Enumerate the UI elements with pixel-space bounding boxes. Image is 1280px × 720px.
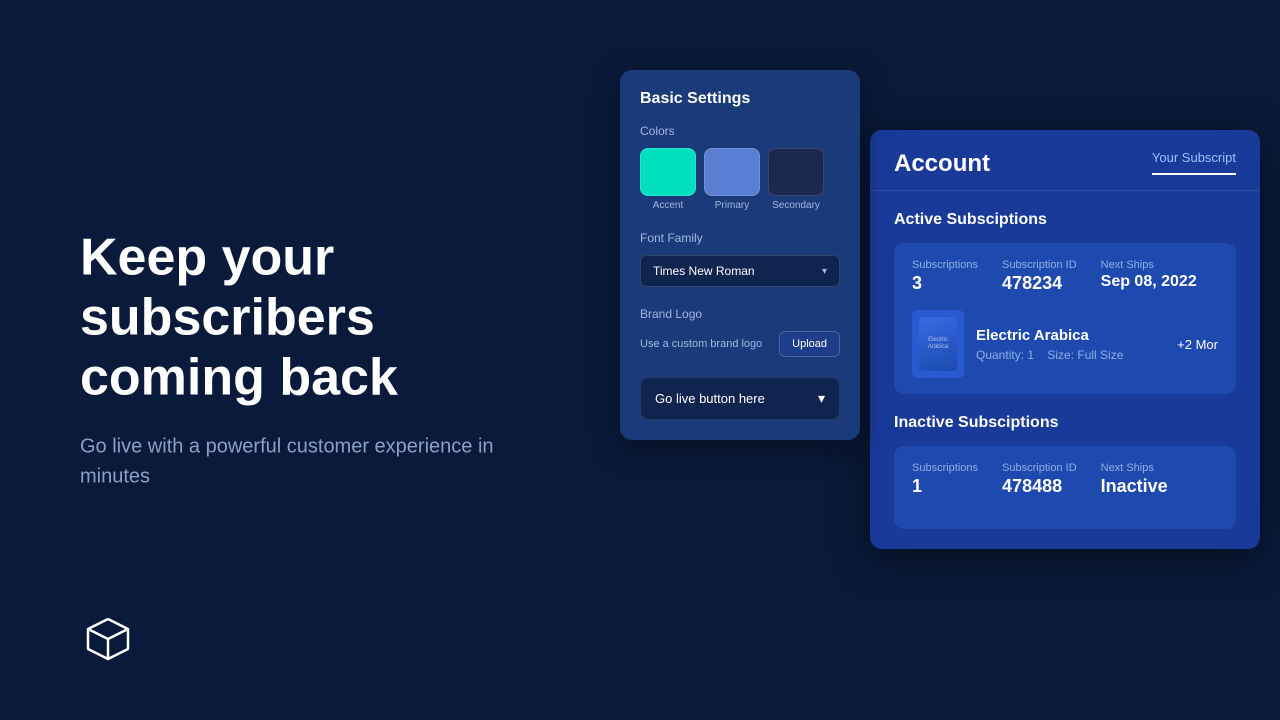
accent-swatch[interactable]: Accent [640, 148, 696, 211]
inactive-section-heading: Inactive Subsciptions [894, 414, 1236, 432]
ui-panels: Basic Settings Colors Accent Primary Sec… [600, 70, 1280, 650]
left-content: Keep your subscribers coming back Go liv… [80, 228, 560, 491]
product-name: Electric Arabica [976, 327, 1165, 344]
active-subscriptions-label: Subscriptions [912, 259, 978, 271]
font-family-section: Font Family Times New Roman ▾ [640, 231, 840, 287]
font-dropdown[interactable]: Times New Roman ▾ [640, 255, 840, 287]
inactive-section: Inactive Subsciptions Subscriptions 1 Su… [894, 414, 1236, 529]
active-sub-id-value: 478234 [1002, 273, 1077, 294]
product-row: ElectricArabica Electric Arabica Quantit… [912, 310, 1218, 378]
active-next-ships-value: Sep 08, 2022 [1101, 273, 1197, 291]
active-subscriptions-value: 3 [912, 273, 978, 294]
font-family-label: Font Family [640, 231, 840, 245]
brand-logo-row: Use a custom brand logo Upload [640, 331, 840, 357]
go-live-label: Go live button here [655, 391, 765, 406]
accent-color-box[interactable] [640, 148, 696, 196]
primary-label: Primary [715, 200, 749, 211]
product-size: Size: Full Size [1047, 348, 1123, 362]
colors-label: Colors [640, 124, 840, 138]
account-header: Account Your Subscript [870, 130, 1260, 178]
inactive-next-ships-value: Inactive [1101, 476, 1168, 497]
account-tab[interactable]: Your Subscript [1152, 150, 1236, 175]
secondary-label: Secondary [772, 200, 820, 211]
active-subscription-id: Subscription ID 478234 [1002, 259, 1077, 294]
inactive-subscription-card: Subscriptions 1 Subscription ID 478488 N… [894, 446, 1236, 529]
settings-panel-title: Basic Settings [640, 90, 840, 108]
product-info: Electric Arabica Quantity: 1 Size: Full … [976, 327, 1165, 362]
logo-area [80, 611, 136, 672]
inactive-next-ships: Next Ships Inactive [1101, 462, 1168, 497]
inactive-next-ships-label: Next Ships [1101, 462, 1168, 474]
secondary-color-box[interactable] [768, 148, 824, 196]
primary-color-box[interactable] [704, 148, 760, 196]
inactive-subscriptions-value: 1 [912, 476, 978, 497]
font-selected: Times New Roman [653, 264, 755, 278]
primary-swatch[interactable]: Primary [704, 148, 760, 211]
product-img-text: ElectricArabica [928, 337, 948, 351]
inactive-sub-id-label: Subscription ID [1002, 462, 1077, 474]
product-details: Quantity: 1 Size: Full Size [976, 348, 1165, 362]
inactive-subscriptions-count: Subscriptions 1 [912, 462, 978, 497]
inactive-subscription-id: Subscription ID 478488 [1002, 462, 1077, 497]
subheadline: Go live with a powerful customer experie… [80, 432, 560, 492]
brand-logo-description: Use a custom brand logo [640, 338, 779, 350]
active-subscriptions-count: Subscriptions 3 [912, 259, 978, 294]
secondary-swatch[interactable]: Secondary [768, 148, 824, 211]
inactive-sub-id-value: 478488 [1002, 476, 1077, 497]
brand-logo-section: Brand Logo Use a custom brand logo Uploa… [640, 307, 840, 357]
headline: Keep your subscribers coming back [80, 228, 560, 407]
active-stats-row: Subscriptions 3 Subscription ID 478234 N… [912, 259, 1218, 294]
go-live-row[interactable]: Go live button here ▾ [640, 377, 840, 420]
upload-button[interactable]: Upload [779, 331, 840, 357]
product-img-inner: ElectricArabica [919, 317, 957, 371]
brand-logo-icon [80, 611, 136, 667]
product-quantity: Quantity: 1 [976, 348, 1034, 362]
active-next-ships-label: Next Ships [1101, 259, 1197, 271]
active-next-ships: Next Ships Sep 08, 2022 [1101, 259, 1197, 294]
inactive-stats-row: Subscriptions 1 Subscription ID 478488 N… [912, 462, 1218, 497]
brand-logo-label: Brand Logo [640, 307, 840, 321]
chevron-down-icon: ▾ [822, 266, 827, 277]
colors-row: Accent Primary Secondary [640, 148, 840, 211]
accent-label: Accent [653, 200, 684, 211]
product-more[interactable]: +2 Mor [1177, 337, 1218, 352]
inactive-subscriptions-label: Subscriptions [912, 462, 978, 474]
product-image: ElectricArabica [912, 310, 964, 378]
account-title: Account [894, 150, 990, 178]
account-body: Active Subsciptions Subscriptions 3 Subs… [870, 191, 1260, 549]
settings-panel: Basic Settings Colors Accent Primary Sec… [620, 70, 860, 440]
active-section-heading: Active Subsciptions [894, 211, 1236, 229]
account-panel: Account Your Subscript Active Subsciptio… [870, 130, 1260, 549]
main-container: Keep your subscribers coming back Go liv… [0, 0, 1280, 720]
active-sub-id-label: Subscription ID [1002, 259, 1077, 271]
chevron-down-icon: ▾ [818, 390, 825, 407]
active-subscription-card: Subscriptions 3 Subscription ID 478234 N… [894, 243, 1236, 394]
